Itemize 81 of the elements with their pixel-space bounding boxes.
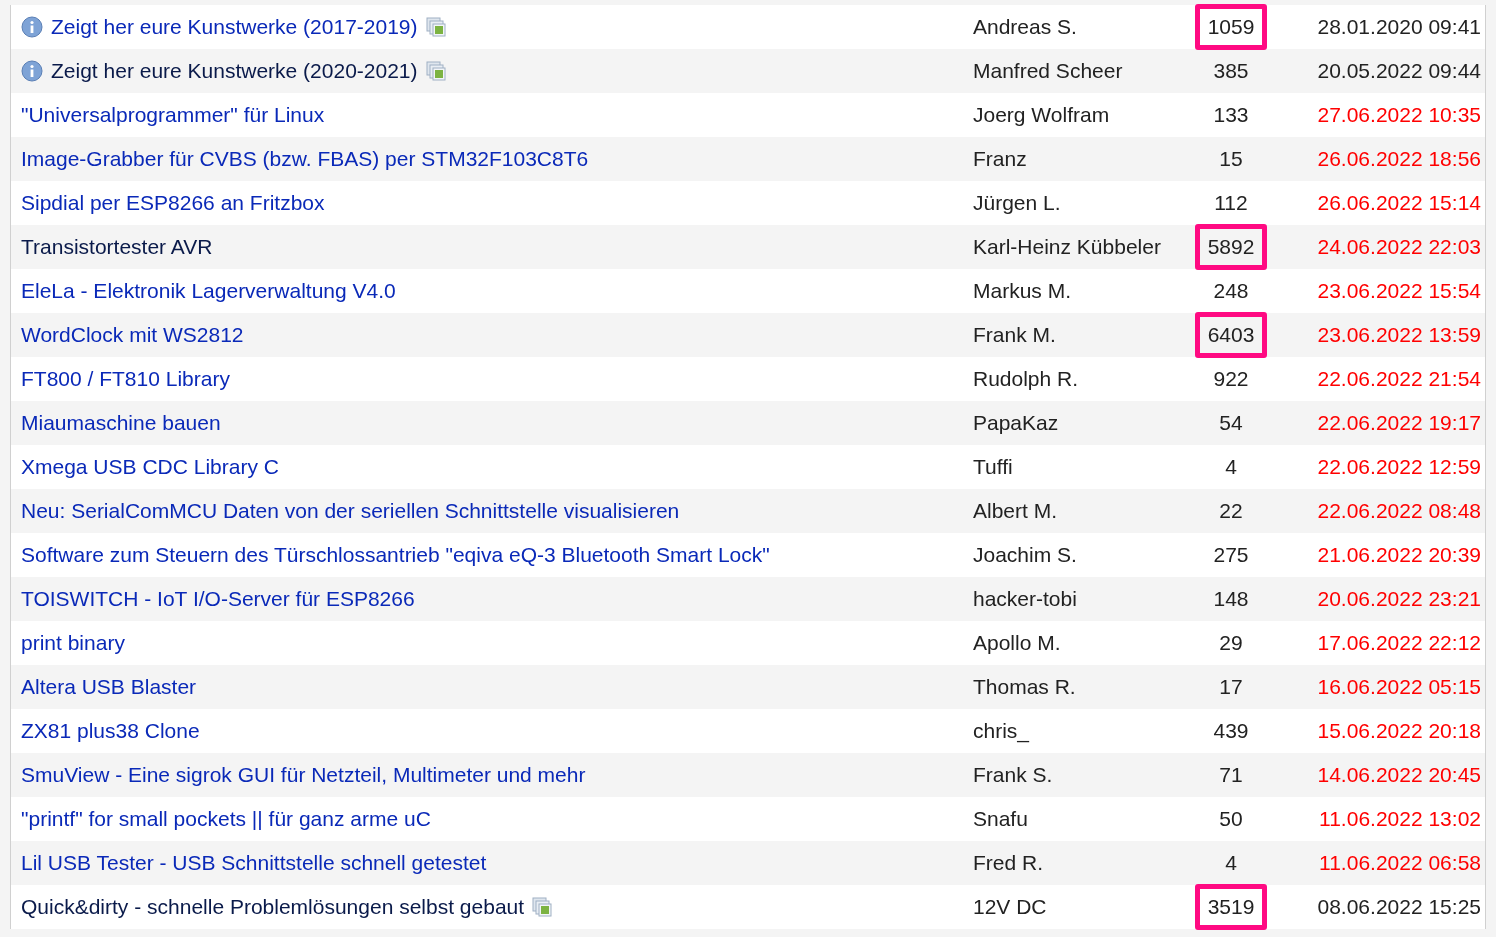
author-name: Albert M. <box>973 498 1059 525</box>
author-name: Frank M. <box>973 322 1057 349</box>
thread-title-link[interactable]: Quick&dirty - schnelle Problemlösungen selbst gebaut <box>21 891 525 923</box>
author-name: Karl-Heinz Kübbeler <box>973 234 1162 261</box>
author-name: Thomas R. <box>973 674 1077 701</box>
reply-count: 15 <box>1218 146 1244 172</box>
thread-title-link[interactable]: EleLa - Elektronik Lagerverwaltung V4.0 <box>21 275 396 307</box>
author-name: Markus M. <box>973 278 1072 305</box>
author-name: Tuffi <box>973 454 1014 481</box>
last-post-date: 27.06.2022 10:35 <box>1317 102 1481 129</box>
thread-title-link[interactable]: Sipdial per ESP8266 an Fritzbox <box>21 187 325 219</box>
thread-title-link[interactable]: Software zum Steuern des Türschlossantrieb "eqiva eQ-3 Bluetooth Smart Lock" <box>21 539 770 571</box>
author-name: chris_ <box>973 718 1031 745</box>
last-post-date: 11.06.2022 06:58 <box>1319 850 1481 877</box>
thread-title-link[interactable]: Lil USB Tester - USB Schnittstelle schnell getestet <box>21 847 487 879</box>
reply-count: 112 <box>1213 190 1249 216</box>
last-post-date: 22.06.2022 08:48 <box>1317 498 1481 525</box>
reply-count: 3519 <box>1194 884 1268 930</box>
author-name: Andreas S. <box>973 14 1078 41</box>
last-post-date: 17.06.2022 22:12 <box>1317 630 1481 657</box>
thread-title-link[interactable]: Image-Grabber für CVBS (bzw. FBAS) per STM32F103C8T6 <box>21 143 589 175</box>
last-post-date: 24.06.2022 22:03 <box>1317 234 1481 261</box>
thread-title-link[interactable]: Xmega USB CDC Library C <box>21 451 279 483</box>
thread-title-link[interactable]: "printf" for small pockets || für ganz arme uC <box>21 803 431 835</box>
last-post-date: 23.06.2022 13:59 <box>1317 322 1481 349</box>
author-name: Snafu <box>973 806 1029 833</box>
reply-count: 275 <box>1212 542 1250 568</box>
author-name: hacker-tobi <box>973 586 1078 613</box>
reply-count: 133 <box>1212 102 1250 128</box>
last-post-date: 20.05.2022 09:44 <box>1317 58 1481 85</box>
reply-count: 4 <box>1224 850 1238 876</box>
thread-title-link[interactable]: TOISWITCH - IoT I/O-Server für ESP8266 <box>21 583 415 615</box>
author-name: Apollo M. <box>973 630 1062 657</box>
author-name: Frank S. <box>973 762 1054 789</box>
reply-count: 4 <box>1224 454 1238 480</box>
last-post-date: 26.06.2022 18:56 <box>1317 146 1481 173</box>
reply-count: 50 <box>1218 806 1244 832</box>
thread-title-link[interactable]: Zeigt her eure Kunstwerke (2020-2021) <box>51 55 418 87</box>
thread-title-link[interactable]: Miaumaschine bauen <box>21 407 221 439</box>
author-name: 12V DC <box>973 894 1048 921</box>
author-name: Fred R. <box>973 850 1044 877</box>
reply-count: 29 <box>1218 630 1244 656</box>
thread-title-link[interactable]: Altera USB Blaster <box>21 671 197 703</box>
last-post-date: 14.06.2022 20:45 <box>1317 762 1481 789</box>
reply-count: 922 <box>1212 366 1250 392</box>
last-post-date: 15.06.2022 20:18 <box>1317 718 1481 745</box>
reply-count: 385 <box>1212 58 1250 84</box>
reply-count: 439 <box>1212 718 1250 744</box>
author-name: Manfred Scheer <box>973 58 1124 85</box>
reply-count: 17 <box>1218 674 1244 700</box>
last-post-date: 28.01.2020 09:41 <box>1317 14 1481 41</box>
thread-title-link[interactable]: "Universalprogrammer" für Linux <box>21 99 325 131</box>
last-post-date: 23.06.2022 15:54 <box>1317 278 1481 305</box>
author-name: Franz <box>973 146 1028 173</box>
last-post-date: 08.06.2022 15:25 <box>1317 894 1481 921</box>
thread-title-link[interactable]: Neu: SerialComMCU Daten von der seriellen Schnittstelle visualisieren <box>21 495 680 527</box>
reply-count: 54 <box>1218 410 1244 436</box>
reply-count: 22 <box>1218 498 1244 524</box>
author-name: PapaKaz <box>973 410 1060 437</box>
thread-title-link[interactable]: Zeigt her eure Kunstwerke (2017-2019) <box>51 11 418 43</box>
last-post-date: 16.06.2022 05:15 <box>1317 674 1481 701</box>
thread-title-link[interactable]: Transistortester AVR <box>21 231 213 263</box>
author-name: Jürgen L. <box>973 190 1062 217</box>
thread-title-link[interactable]: FT800 / FT810 Library <box>21 363 230 395</box>
thread-title-link[interactable]: print binary <box>21 627 125 659</box>
thread-title-link[interactable]: SmuView - Eine sigrok GUI für Netzteil, Multimeter und mehr <box>21 759 586 791</box>
last-post-date: 11.06.2022 13:02 <box>1319 806 1481 833</box>
last-post-date: 22.06.2022 19:17 <box>1317 410 1481 437</box>
reply-count: 148 <box>1212 586 1250 612</box>
last-post-date: 26.06.2022 15:14 <box>1317 190 1481 217</box>
author-name: Rudolph R. <box>973 366 1080 393</box>
last-post-date: 21.06.2022 20:39 <box>1317 542 1481 569</box>
author-name: Joachim S. <box>973 542 1078 569</box>
reply-count: 71 <box>1218 762 1244 788</box>
last-post-date: 22.06.2022 12:59 <box>1317 454 1481 481</box>
reply-count: 248 <box>1212 278 1250 304</box>
thread-title-link[interactable]: ZX81 plus38 Clone <box>21 715 200 747</box>
thread-title-link[interactable]: WordClock mit WS2812 <box>21 319 244 351</box>
last-post-date: 22.06.2022 21:54 <box>1317 366 1481 393</box>
author-name: Joerg Wolfram <box>973 102 1111 129</box>
last-post-date: 20.06.2022 23:21 <box>1317 586 1481 613</box>
